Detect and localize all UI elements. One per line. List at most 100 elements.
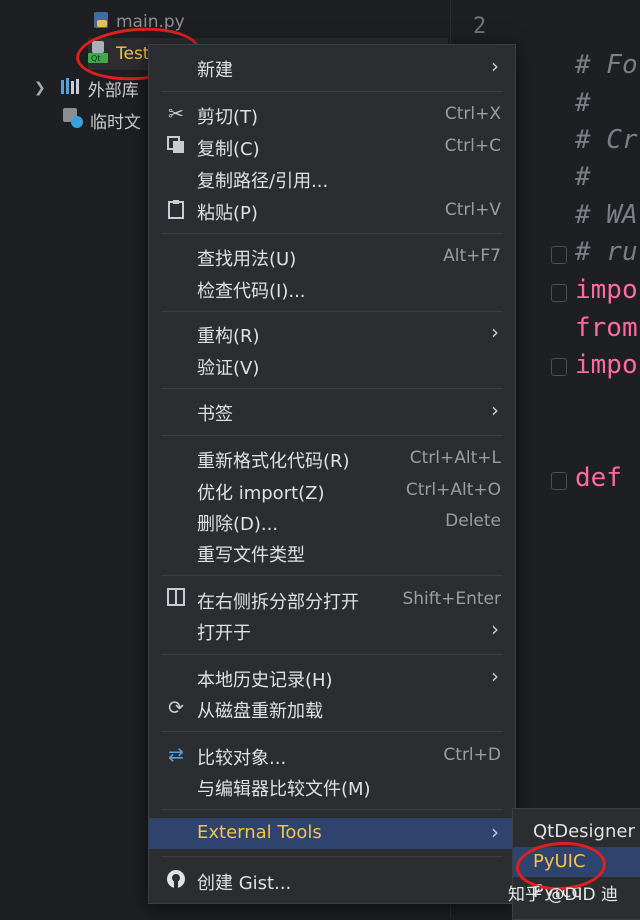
menu-item-label: 书签 [197, 404, 233, 425]
fold-marker-icon[interactable] [551, 284, 567, 302]
python-file-icon [92, 11, 110, 34]
github-icon [165, 869, 187, 891]
code-line: from [575, 313, 638, 343]
menu-item-shortcut: Shift+Enter [402, 589, 501, 609]
menu-item-label: 检查代码(I)... [197, 281, 306, 302]
menu-item-open-split-right[interactable]: 在右侧拆分部分打开 Shift+Enter [149, 584, 515, 615]
chevron-right-icon: › [491, 320, 499, 344]
watermark: 知乎 @DID 迪 [508, 885, 619, 905]
menu-separator [161, 731, 503, 732]
compare-icon: ⇄ [168, 744, 184, 766]
menu-item-label: 验证(V) [197, 358, 260, 379]
menu-item-override-file-type[interactable]: 重写文件类型 [149, 537, 515, 568]
paste-icon [165, 199, 187, 221]
menu-item-shortcut: Ctrl+V [444, 200, 501, 220]
menu-item-label: 粘贴(P) [197, 203, 258, 224]
menu-item-label: 与编辑器比较文件(M) [197, 779, 371, 800]
menu-item-label: External Tools [197, 822, 322, 843]
menu-separator [161, 856, 503, 857]
code-line: impo [575, 350, 638, 380]
fold-marker-icon[interactable] [551, 358, 567, 376]
menu-separator [161, 435, 503, 436]
scissors-icon: ✂ [168, 103, 184, 125]
code-line: def [575, 463, 622, 493]
chevron-right-icon: › [491, 617, 499, 641]
chevron-right-icon: › [491, 398, 499, 422]
menu-item-label: 查找用法(U) [197, 249, 297, 270]
menu-item-optimize-imports[interactable]: 优化 import(Z) Ctrl+Alt+O [149, 475, 515, 506]
menu-item-bookmarks[interactable]: 书签 › [149, 396, 515, 427]
line-number: 2 [473, 14, 487, 39]
menu-separator [161, 654, 503, 655]
tree-item-label: 临时文 [90, 112, 141, 133]
scratch-icon [62, 107, 84, 134]
menu-item-paste[interactable]: 粘贴(P) Ctrl+V [149, 195, 515, 226]
menu-item-label: 创建 Gist... [197, 873, 292, 894]
code-line: # Cr [575, 125, 638, 155]
menu-item-compare-with-editor[interactable]: 与编辑器比较文件(M) [149, 771, 515, 802]
menu-item-label: 删除(D)... [197, 514, 279, 535]
menu-item-validate[interactable]: 验证(V) [149, 350, 515, 381]
menu-item-inspect-code[interactable]: 检查代码(I)... [149, 273, 515, 304]
menu-item-label: 重写文件类型 [197, 545, 305, 566]
library-icon [60, 77, 82, 100]
code-line: # WA [575, 200, 638, 230]
menu-item-shortcut: Ctrl+X [444, 104, 501, 124]
menu-item-label: 复制路径/引用... [197, 171, 329, 192]
reload-icon: ⟳ [168, 697, 184, 719]
menu-item-label: 剪切(T) [197, 107, 259, 128]
menu-item-reformat-code[interactable]: 重新格式化代码(R) Ctrl+Alt+L [149, 443, 515, 474]
code-line: # Fo [575, 50, 638, 80]
menu-separator [161, 809, 503, 810]
chevron-right-icon: › [491, 54, 499, 78]
menu-item-copy[interactable]: 复制(C) Ctrl+C [149, 131, 515, 162]
menu-item-shortcut: Ctrl+Alt+O [405, 480, 501, 500]
menu-separator [161, 233, 503, 234]
menu-separator [161, 91, 503, 92]
split-view-icon [165, 588, 187, 610]
menu-item-label: 本地历史记录(H) [197, 670, 333, 691]
menu-item-shortcut: Alt+F7 [443, 246, 501, 266]
submenu-item-label: QtDesigner [533, 821, 635, 842]
code-line: impo [575, 275, 638, 305]
menu-item-label: 优化 import(Z) [197, 483, 325, 504]
menu-item-refactor[interactable]: 重构(R) › [149, 318, 515, 349]
code-line: # [575, 162, 591, 192]
menu-item-delete[interactable]: 删除(D)... Delete [149, 506, 515, 537]
menu-item-label: 重构(R) [197, 326, 260, 347]
menu-item-copy-path[interactable]: 复制路径/引用... [149, 163, 515, 194]
menu-item-label: 新建 [197, 60, 233, 81]
menu-item-label: 打开于 [197, 623, 251, 644]
menu-item-shortcut: Ctrl+D [443, 745, 501, 765]
menu-item-shortcut: Delete [445, 511, 501, 531]
menu-item-local-history[interactable]: 本地历史记录(H) › [149, 662, 515, 693]
code-line: # ru [575, 237, 638, 267]
copy-icon [165, 135, 187, 157]
menu-item-cut[interactable]: ✂ 剪切(T) Ctrl+X [149, 99, 515, 130]
tree-item-scratches[interactable]: 临时文 [62, 104, 141, 136]
chevron-right-icon: › [491, 820, 499, 844]
menu-item-label: 从磁盘重新加载 [197, 701, 323, 722]
menu-item-new[interactable]: 新建 › [149, 52, 515, 83]
menu-item-label: 比较对象... [197, 748, 287, 769]
menu-separator [161, 311, 503, 312]
menu-item-open-in[interactable]: 打开于 › [149, 615, 515, 646]
menu-item-label: 在右侧拆分部分打开 [197, 592, 359, 613]
menu-separator [161, 388, 503, 389]
menu-item-reload-from-disk[interactable]: ⟳ 从磁盘重新加载 [149, 693, 515, 724]
menu-separator [161, 575, 503, 576]
fold-marker-icon[interactable] [551, 472, 567, 490]
chevron-right-icon[interactable]: ❯ [34, 80, 46, 96]
chevron-right-icon: › [491, 664, 499, 688]
menu-item-shortcut: Ctrl+C [444, 136, 501, 156]
menu-item-find-usages[interactable]: 查找用法(U) Alt+F7 [149, 241, 515, 272]
menu-item-create-gist[interactable]: 创建 Gist... [149, 865, 515, 896]
code-line: # [575, 88, 591, 118]
fold-marker-icon[interactable] [551, 246, 567, 264]
menu-item-label: 复制(C) [197, 139, 260, 160]
menu-item-external-tools[interactable]: External Tools › [149, 818, 515, 849]
context-menu: 新建 › ✂ 剪切(T) Ctrl+X 复制(C) Ctrl+C 复制路径/引用... … [148, 44, 516, 904]
menu-item-shortcut: Ctrl+Alt+L [409, 448, 501, 468]
menu-item-compare-with[interactable]: ⇄ 比较对象... Ctrl+D [149, 740, 515, 771]
menu-item-label: 重新格式化代码(R) [197, 451, 350, 472]
